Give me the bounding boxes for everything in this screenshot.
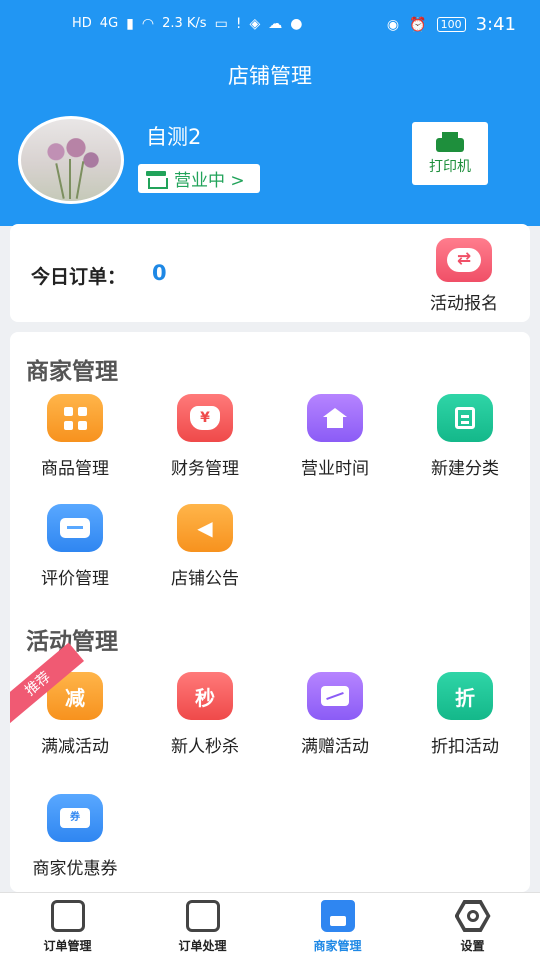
business-status-button[interactable]: 营业中 > — [138, 164, 260, 193]
tab-order-processing[interactable]: 订单处理 — [135, 893, 270, 960]
sim-icon: ▭ — [214, 15, 228, 32]
tile-label: 店铺公告 — [171, 569, 239, 589]
today-orders-value: 0 — [152, 261, 167, 285]
alert-icon: ! — [235, 15, 242, 32]
review-management-tile[interactable]: 评价管理 — [10, 504, 140, 589]
grid-icon — [47, 394, 103, 442]
money-bag-icon: ¥ — [177, 394, 233, 442]
management-card: 商家管理 商品管理 ¥ 财务管理 营业时间 新建分类 评价管理 ◀ 店铺公告 活… — [10, 332, 530, 892]
battery-icon: 100 — [436, 17, 466, 32]
order-settings-icon — [50, 900, 85, 932]
order-check-icon — [185, 900, 220, 932]
status-left: HD 4G ▮ ◠ 2.3 K/s ▭ ! ◈ ☁ ● — [72, 16, 302, 31]
speed-tag: 2.3 K/s — [162, 16, 207, 31]
speaker-icon: ◀ — [177, 504, 233, 552]
new-category-tile[interactable]: 新建分类 — [400, 394, 530, 479]
tile-label: 折扣活动 — [431, 737, 499, 757]
tab-merchant-management[interactable]: 商家管理 — [270, 893, 405, 960]
gift-activity-tile[interactable]: 满赠活动 — [270, 672, 400, 757]
tile-label: 财务管理 — [171, 459, 239, 479]
swap-icon — [436, 238, 492, 282]
alarm-icon: ⏰ — [409, 16, 427, 33]
shop-avatar[interactable] — [18, 116, 124, 204]
bottom-tabbar: 订单管理 订单处理 商家管理 设置 — [0, 892, 540, 960]
shield-icon: ◈ — [249, 15, 261, 32]
finance-management-tile[interactable]: ¥ 财务管理 — [140, 394, 270, 479]
flash-sale-icon: 秒 — [177, 672, 233, 720]
discount-icon: 折 — [437, 672, 493, 720]
merchant-section-title: 商家管理 — [26, 359, 118, 385]
signal-icon: ▮ — [126, 15, 134, 32]
today-orders-label: 今日订单： — [31, 266, 127, 288]
cloud-icon: ☁ — [268, 15, 283, 32]
product-management-tile[interactable]: 商品管理 — [10, 394, 140, 479]
tile-label: 商品管理 — [41, 459, 109, 479]
eye-icon: ◉ — [386, 16, 400, 33]
settings-hex-icon — [454, 900, 491, 932]
tab-label: 订单处理 — [178, 939, 227, 953]
tab-label: 订单管理 — [43, 939, 92, 953]
chat-icon — [47, 504, 103, 552]
printer-button[interactable]: 打印机 — [412, 122, 488, 185]
discount-activity-tile[interactable]: 折 折扣活动 — [400, 672, 530, 757]
coupon-icon: 券 — [47, 794, 103, 842]
tile-label: 新人秒杀 — [171, 737, 239, 757]
status-bar: HD 4G ▮ ◠ 2.3 K/s ▭ ! ◈ ☁ ● ◉ ⏰ 100 3:41 — [0, 0, 540, 52]
clock: 3:41 — [475, 14, 516, 35]
tab-label: 商家管理 — [313, 939, 362, 953]
header: HD 4G ▮ ◠ 2.3 K/s ▭ ! ◈ ☁ ● ◉ ⏰ 100 3:41… — [0, 0, 540, 226]
tile-label: 商家优惠券 — [32, 859, 118, 879]
tile-label: 评价管理 — [41, 569, 109, 589]
tile-label: 满赠活动 — [301, 737, 369, 757]
status-right: ◉ ⏰ 100 3:41 — [387, 14, 516, 35]
storefront-icon — [320, 900, 355, 932]
clipboard-icon — [437, 394, 493, 442]
hd-tag: HD — [72, 16, 92, 31]
today-orders-card: 今日订单： 0 活动报名 — [10, 224, 530, 322]
merchant-coupon-tile[interactable]: 券 商家优惠券 — [10, 794, 140, 879]
tile-label: 营业时间 — [301, 459, 369, 479]
business-hours-tile[interactable]: 营业时间 — [270, 394, 400, 479]
tile-label: 新建分类 — [431, 459, 499, 479]
activity-signup-label: 活动报名 — [430, 294, 498, 314]
printer-label: 打印机 — [429, 158, 471, 175]
store-icon — [146, 170, 168, 189]
tab-label: 设置 — [460, 939, 485, 953]
gift-icon — [307, 672, 363, 720]
tab-settings[interactable]: 设置 — [405, 893, 540, 960]
tile-label: 满减活动 — [41, 737, 109, 757]
wifi-icon: ◠ — [141, 15, 155, 32]
shop-notice-tile[interactable]: ◀ 店铺公告 — [140, 504, 270, 589]
tab-order-management[interactable]: 订单管理 — [0, 893, 135, 960]
printer-icon — [436, 131, 464, 152]
message-icon: ● — [290, 15, 303, 32]
house-icon — [307, 394, 363, 442]
shop-name: 自测2 — [146, 125, 202, 149]
business-status-label: 营业中 > — [174, 171, 245, 191]
activity-signup-button[interactable]: 活动报名 — [414, 238, 514, 318]
page-title: 店铺管理 — [228, 64, 312, 88]
newcomer-flash-sale-tile[interactable]: 秒 新人秒杀 — [140, 672, 270, 757]
network-tag: 4G — [99, 16, 119, 31]
